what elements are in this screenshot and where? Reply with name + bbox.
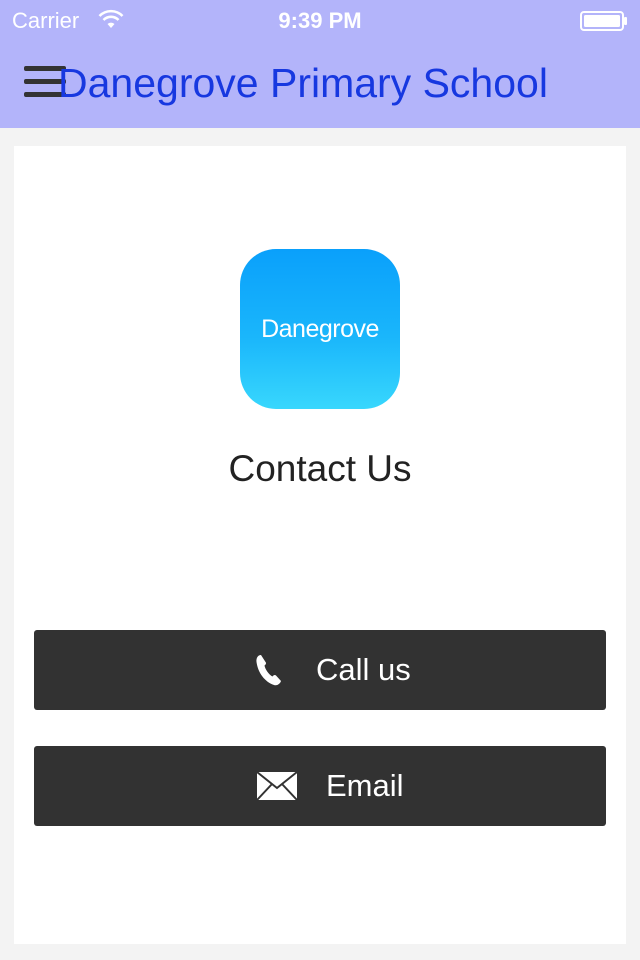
navigation-bar: Danegrove Primary School bbox=[0, 40, 640, 128]
app-header: Carrier 9:39 PM Danegrove Primary School bbox=[0, 0, 640, 128]
call-us-label: Call us bbox=[316, 652, 411, 687]
email-label: Email bbox=[326, 768, 404, 803]
call-us-button[interactable]: Call us bbox=[34, 630, 606, 710]
status-time: 9:39 PM bbox=[278, 8, 362, 33]
page-title: Contact Us bbox=[228, 448, 412, 489]
battery-icon bbox=[580, 11, 627, 31]
logo-text: Danegrove bbox=[261, 315, 379, 343]
school-logo: Danegrove bbox=[240, 249, 400, 409]
phone-icon bbox=[256, 655, 281, 686]
app-title: Danegrove Primary School bbox=[58, 60, 548, 106]
mail-icon bbox=[256, 771, 298, 801]
contact-card: Danegrove Contact Us Call us Email bbox=[14, 146, 626, 944]
status-bar: Carrier 9:39 PM bbox=[0, 0, 640, 40]
email-button[interactable]: Email bbox=[34, 746, 606, 826]
